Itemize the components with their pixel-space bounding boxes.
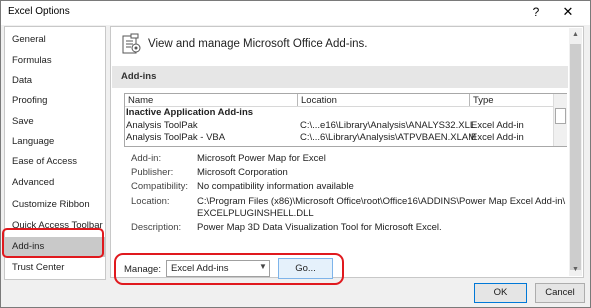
title-bar: [1, 1, 590, 25]
add-ins-highlight-annotation: [2, 228, 104, 258]
list-row-type[interactable]: Excel Add-in: [471, 132, 524, 143]
list-row-name[interactable]: Analysis ToolPak: [126, 120, 198, 131]
sidebar-item-language[interactable]: Language: [5, 132, 105, 152]
add-ins-icon: [122, 33, 141, 54]
scroll-down-icon[interactable]: ▼: [569, 264, 582, 276]
window-title: Excel Options: [8, 6, 70, 17]
scroll-up-icon[interactable]: ▲: [569, 28, 582, 42]
detail-value-publisher: Microsoft Corporation: [197, 167, 288, 178]
detail-value-compatibility: No compatibility information available: [197, 181, 354, 192]
sidebar-item-customize-ribbon[interactable]: Customize Ribbon: [5, 195, 105, 215]
sidebar-item-formulas[interactable]: Formulas: [5, 51, 105, 71]
manage-dropdown-value[interactable]: Excel Add-ins: [171, 263, 229, 274]
detail-label-compatibility: Compatibility:: [131, 181, 189, 192]
list-scrollbar-thumb[interactable]: [555, 108, 566, 124]
detail-label-publisher: Publisher:: [131, 167, 174, 178]
list-row-location[interactable]: C:\...6\Library\Analysis\ATPVBAEN.XLAM: [300, 132, 476, 143]
detail-value-location-line2: EXCELPLUGINSHELL.DLL: [197, 208, 314, 219]
go-button[interactable]: Go...: [278, 258, 333, 279]
list-row-type[interactable]: Excel Add-in: [471, 120, 524, 131]
content-panel: [110, 26, 584, 278]
cancel-button[interactable]: Cancel: [535, 283, 585, 303]
list-row-name[interactable]: Analysis ToolPak - VBA: [126, 132, 225, 143]
chevron-down-icon[interactable]: ▼: [259, 262, 267, 271]
detail-label-description: Description:: [131, 222, 182, 233]
page-heading: View and manage Microsoft Office Add-ins…: [148, 38, 368, 50]
sidebar-item-save[interactable]: Save: [5, 112, 105, 132]
section-title: Add-ins: [121, 71, 157, 82]
ok-button[interactable]: OK: [474, 283, 527, 303]
sidebar-item-general[interactable]: General: [5, 30, 105, 50]
detail-label-location: Location:: [131, 196, 170, 207]
sidebar-item-proofing[interactable]: Proofing: [5, 91, 105, 111]
list-group-header: Inactive Application Add-ins: [126, 107, 254, 118]
section-header: [112, 66, 568, 88]
detail-label-add-in: Add-in:: [131, 153, 162, 164]
list-row-location[interactable]: C:\...e16\Library\Analysis\ANALYS32.XLL: [300, 120, 475, 131]
help-button[interactable]: ?: [526, 3, 546, 21]
close-button[interactable]: ✕: [556, 3, 580, 21]
detail-value-description: Power Map 3D Data Visualization Tool for…: [197, 222, 442, 233]
manage-label: Manage:: [124, 264, 161, 275]
detail-value-add-in: Microsoft Power Map for Excel: [197, 153, 326, 164]
scrollbar-thumb[interactable]: [570, 44, 581, 270]
detail-value-location-line1: C:\Program Files (x86)\Microsoft Office\…: [197, 196, 566, 207]
sidebar-item-trust-center[interactable]: Trust Center: [5, 258, 105, 278]
sidebar-item-advanced[interactable]: Advanced: [5, 173, 105, 193]
sidebar-item-data[interactable]: Data: [5, 71, 105, 91]
sidebar-item-ease-of-access[interactable]: Ease of Access: [5, 152, 105, 172]
